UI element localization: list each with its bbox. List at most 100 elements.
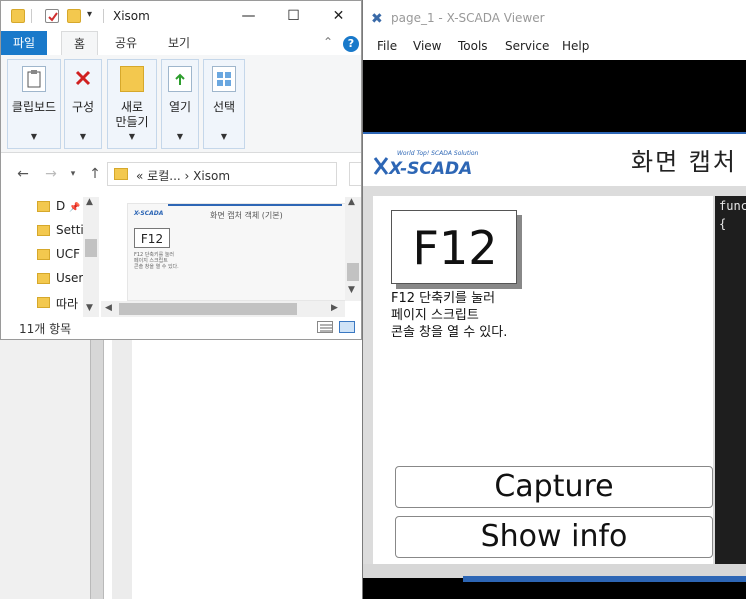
large-icons-view-icon[interactable] (339, 321, 355, 333)
details-view-icon[interactable] (317, 321, 333, 333)
chevron-down-icon: ▼ (220, 132, 228, 141)
up-arrow-icon[interactable]: ↑ (85, 165, 105, 183)
tab-file[interactable]: 파일 (1, 31, 48, 55)
background-window-strip (112, 338, 132, 599)
item-count: 11개 항목 (19, 322, 72, 336)
quick-access-dropdown-icon[interactable]: ▾ (87, 9, 92, 20)
svg-text:World Top! SCADA Solution: World Top! SCADA Solution (397, 150, 479, 157)
horizontal-scrollbar[interactable]: ◀ ▶ (101, 301, 345, 317)
background-window-edge (90, 338, 104, 599)
status-bar: 11개 항목 (1, 317, 361, 339)
collapse-ribbon-icon[interactable]: ⌃ (323, 35, 333, 49)
scroll-down-icon[interactable]: ▼ (86, 303, 93, 313)
scroll-down-icon[interactable]: ▼ (348, 285, 355, 295)
ribbon-tab-bar: 파일 홈 공유 보기 ⌃ ? (1, 31, 361, 55)
viewer-title: page_1 - X-SCADA Viewer (391, 11, 545, 25)
xscada-logo: World Top! SCADA Solution X-SCADA (373, 146, 483, 179)
nav-pane-scrollbar[interactable]: ▲ ▼ (83, 197, 99, 317)
scroll-thumb[interactable] (85, 239, 97, 257)
forward-arrow-icon[interactable]: → (41, 165, 61, 183)
address-path: « 로컬... › Xisom (136, 167, 230, 184)
app-x-icon: ✖ (371, 11, 383, 27)
folder-icon (37, 249, 50, 260)
close-button[interactable]: ✕ (316, 1, 361, 31)
code-line: func (719, 199, 746, 213)
xscada-viewer-window: ✖ page_1 - X-SCADA Viewer File View Tool… (362, 0, 746, 599)
svg-text:X-SCADA: X-SCADA (388, 159, 472, 178)
chevron-down-icon: ▼ (128, 132, 136, 141)
open-properties-icon (168, 66, 192, 92)
help-icon[interactable]: ? (343, 36, 359, 52)
background-window-panel (104, 338, 362, 599)
select-label: 선택 (212, 100, 236, 114)
address-separator: › (184, 169, 190, 183)
menu-tools[interactable]: Tools (458, 39, 488, 53)
file-preview-area: X-SCADA 화면 캡처 객체 (기본) F12 F12 단축키를 눌러 페이… (101, 191, 361, 317)
menu-file[interactable]: File (377, 39, 397, 53)
new-label: 새로 만들기 (115, 100, 149, 129)
thumbnail-key: F12 (134, 228, 170, 248)
f12-key-label: F12 (412, 221, 498, 275)
address-bar[interactable]: « 로컬... › Xisom ↻ (107, 162, 432, 186)
window-title: Xisom (113, 9, 150, 23)
page-heading: 화면 캡처 (631, 148, 737, 176)
scroll-up-icon[interactable]: ▲ (86, 197, 93, 207)
minimize-button[interactable]: — (226, 1, 271, 31)
file-explorer-window: ▾ Xisom — ☐ ✕ 파일 홈 공유 보기 ⌃ ? 클립보드 ▼ 구성 ▼ (0, 0, 432, 340)
scada-page-header: World Top! SCADA Solution X-SCADA 화면 캡처 (363, 132, 746, 184)
capture-button[interactable]: Capture (395, 466, 713, 508)
scroll-left-icon[interactable]: ◀ (105, 303, 112, 313)
f12-description: F12 단축키를 눌러 페이지 스크립트 콘솔 창을 열 수 있다. (391, 291, 508, 340)
scroll-thumb[interactable] (347, 263, 359, 281)
divider (31, 9, 32, 23)
menu-help[interactable]: Help (562, 39, 589, 53)
tab-share[interactable]: 공유 (103, 31, 149, 55)
page-thumbnail[interactable]: X-SCADA 화면 캡처 객체 (기본) F12 F12 단축키를 눌러 페이… (127, 203, 347, 301)
ribbon-clipboard-button[interactable]: 클립보드 ▼ (7, 59, 61, 149)
organize-label: 구성 (71, 100, 95, 114)
folder-icon (37, 201, 50, 212)
ribbon-open-button[interactable]: 열기 ▼ (161, 59, 199, 149)
address-prefix: « (136, 169, 144, 183)
tab-view[interactable]: 보기 (156, 31, 202, 55)
pin-icon: 📌 (69, 203, 81, 213)
chevron-down-icon: ▼ (176, 132, 184, 141)
ribbon-organize-button[interactable]: 구성 ▼ (64, 59, 102, 149)
divider (103, 9, 104, 23)
address-row: ← → ▾ ↑ « 로컬... › Xisom ↻ (1, 159, 432, 189)
scroll-right-icon[interactable]: ▶ (331, 303, 338, 313)
scroll-up-icon[interactable]: ▲ (348, 197, 355, 207)
show-info-button[interactable]: Show info (395, 516, 713, 558)
new-folder-icon[interactable] (67, 9, 81, 23)
viewer-menubar: File View Tools Service Help (363, 36, 746, 60)
new-folder-icon (120, 66, 144, 92)
delete-x-icon (71, 66, 95, 92)
back-arrow-icon[interactable]: ← (13, 165, 33, 183)
maximize-button[interactable]: ☐ (271, 1, 316, 31)
folder-icon (37, 297, 50, 308)
thumbnail-logo: X-SCADA (134, 210, 164, 217)
recent-locations-icon[interactable]: ▾ (63, 165, 83, 183)
preview-scrollbar[interactable]: ▲ ▼ (345, 197, 361, 301)
folder-icon (37, 273, 50, 284)
address-parent[interactable]: 로컬... (147, 169, 181, 183)
thumbnail-header-line (168, 204, 342, 206)
scroll-thumb[interactable] (119, 303, 297, 315)
script-console-pane[interactable]: func { (715, 196, 746, 564)
folder-icon (11, 9, 25, 23)
clipboard-label: 클립보드 (11, 100, 57, 114)
ribbon: 클립보드 ▼ 구성 ▼ 새로 만들기 ▼ 열기 ▼ 선택 ▼ (1, 55, 361, 153)
folder-icon (37, 225, 50, 236)
search-box[interactable] (349, 162, 361, 186)
menu-view[interactable]: View (413, 39, 441, 53)
tab-home[interactable]: 홈 (61, 31, 99, 55)
black-band (363, 60, 746, 132)
explorer-titlebar: ▾ Xisom — ☐ ✕ (1, 1, 361, 31)
ribbon-select-button[interactable]: 선택 ▼ (203, 59, 245, 149)
properties-icon[interactable] (45, 9, 59, 23)
menu-service[interactable]: Service (505, 39, 549, 53)
address-current[interactable]: Xisom (193, 169, 230, 183)
chevron-down-icon: ▼ (79, 132, 87, 141)
ribbon-new-button[interactable]: 새로 만들기 ▼ (107, 59, 157, 149)
thumbnail-description: F12 단축키를 눌러 페이지 스크립트 콘솔 창을 열 수 있다. (134, 252, 179, 270)
